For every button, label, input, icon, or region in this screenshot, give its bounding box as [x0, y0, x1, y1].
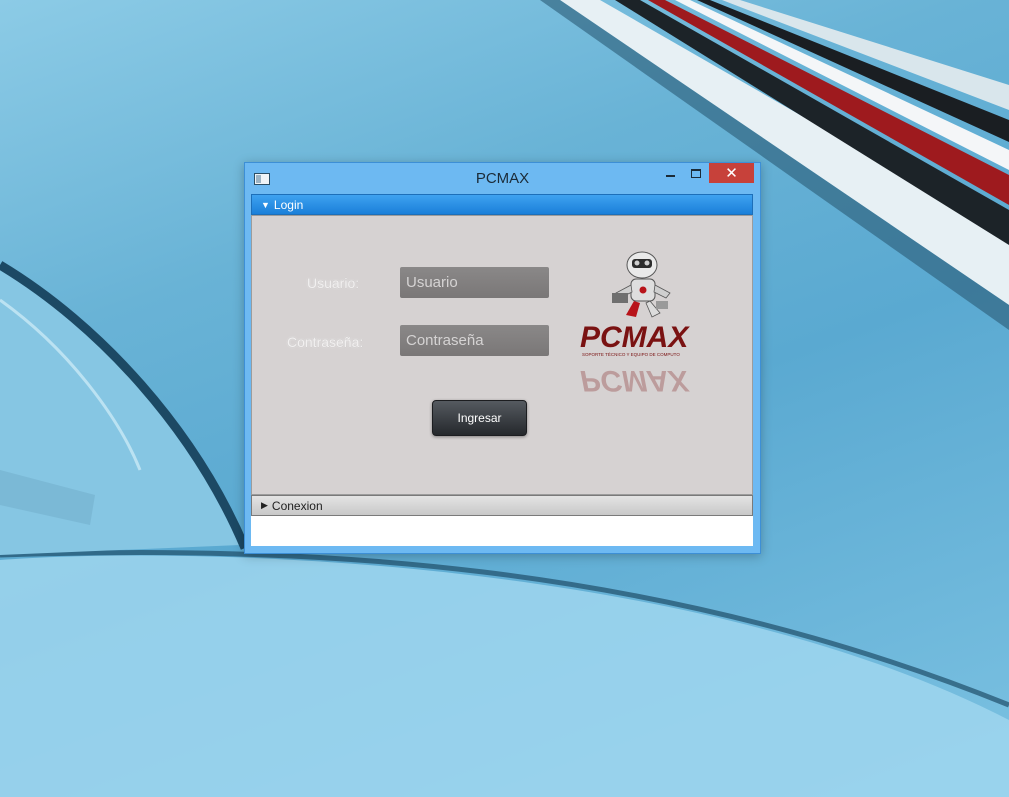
app-window: PCMAX ✕ ▼ Login Usuario: Contraseña: Ing… [244, 162, 761, 554]
minimize-icon [665, 175, 675, 177]
logo-brand-text: PCMAX [580, 321, 690, 354]
window-content: ▼ Login Usuario: Contraseña: Ingresar [251, 194, 753, 546]
maximize-button[interactable] [683, 163, 709, 183]
pcmax-logo: PCMAX SOPORTE TÉCNICO Y EQUIPO DE COMPUT… [580, 251, 690, 393]
logo-reflection-text: PCMAX [580, 364, 690, 393]
close-icon: ✕ [725, 165, 738, 182]
username-input[interactable] [400, 267, 549, 298]
logo-reflection: PCMAX [580, 364, 690, 393]
login-button[interactable]: Ingresar [432, 400, 527, 436]
login-pane-body: Usuario: Contraseña: Ingresar [251, 215, 753, 495]
maximize-icon [691, 168, 701, 178]
login-pane-title: Login [273, 197, 304, 212]
username-label: Usuario: [307, 275, 360, 291]
logo-tagline: SOPORTE TÉCNICO Y EQUIPO DE COMPUTO [582, 351, 680, 357]
password-label: Contraseña: [287, 334, 364, 350]
login-pane-header[interactable]: ▼ Login [251, 194, 753, 215]
chevron-right-icon: ▶ [261, 500, 268, 510]
conexion-pane-title: Conexion [271, 498, 323, 513]
title-bar[interactable]: PCMAX ✕ [245, 163, 760, 194]
conexion-pane-header[interactable]: ▶ Conexion [251, 495, 753, 516]
password-input[interactable] [400, 325, 549, 356]
chevron-down-icon: ▼ [261, 199, 270, 210]
robot-icon [612, 251, 671, 318]
minimize-button[interactable] [657, 163, 683, 183]
close-button[interactable]: ✕ [709, 163, 754, 183]
